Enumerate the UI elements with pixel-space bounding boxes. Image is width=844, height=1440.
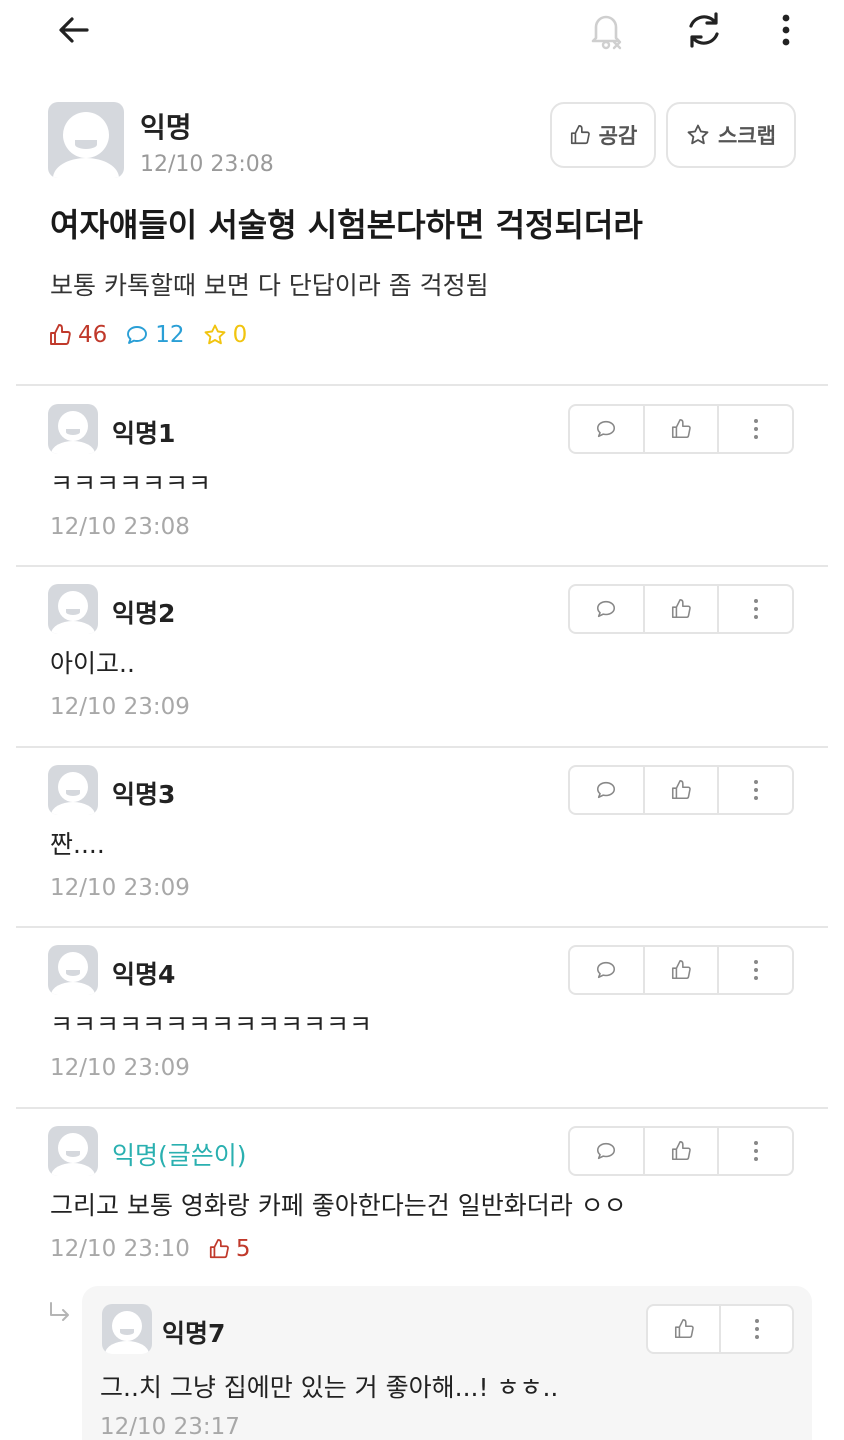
post-time: 12/10 23:08 xyxy=(140,152,274,177)
star-icon xyxy=(687,124,709,145)
comment-text: ㅋㅋㅋㅋㅋㅋㅋ xyxy=(50,469,212,498)
comment-actions xyxy=(568,584,794,634)
more-button[interactable] xyxy=(719,1128,792,1174)
more-button[interactable] xyxy=(721,1306,792,1352)
avatar xyxy=(48,945,98,995)
scrap-count: 0 xyxy=(203,322,247,348)
comment-author: 익명4 xyxy=(112,960,176,989)
speech-bubble-icon xyxy=(597,600,616,618)
speech-bubble-icon xyxy=(597,420,616,438)
divider xyxy=(16,565,828,567)
thumbs-up-icon xyxy=(674,1319,694,1339)
reply-button[interactable] xyxy=(570,406,645,452)
like-button-label: 공감 xyxy=(598,124,638,148)
more-button[interactable] xyxy=(719,947,792,993)
divider xyxy=(16,926,828,928)
avatar xyxy=(102,1304,152,1354)
star-icon xyxy=(204,324,226,345)
comment-time: 12/10 23:09 xyxy=(50,1055,190,1081)
like-button[interactable] xyxy=(645,586,720,632)
comment-text: ㅋㅋㅋㅋㅋㅋㅋㅋㅋㅋㅋㅋㅋㅋ xyxy=(50,1010,373,1039)
post-author: 익명 xyxy=(140,111,192,144)
reply-button[interactable] xyxy=(570,586,645,632)
scrap-button[interactable]: 스크랩 xyxy=(666,102,796,168)
kebab-menu-icon xyxy=(753,1141,758,1161)
divider xyxy=(16,1107,828,1109)
reply-button[interactable] xyxy=(570,767,645,813)
thumbs-up-icon xyxy=(671,419,691,439)
like-button[interactable] xyxy=(645,767,720,813)
divider xyxy=(16,746,828,748)
thumbs-up-icon xyxy=(671,1141,691,1161)
bell-off-icon[interactable] xyxy=(582,6,630,54)
comment-text: 아이고.. xyxy=(50,649,135,678)
comment-like-count: 5 xyxy=(208,1236,251,1262)
like-button[interactable] xyxy=(645,947,720,993)
comment-actions xyxy=(568,404,794,454)
reply-time: 12/10 23:17 xyxy=(100,1414,240,1440)
comment-count: 12 xyxy=(125,322,185,348)
thumbs-up-icon xyxy=(570,125,590,145)
reply-actions xyxy=(646,1304,794,1354)
more-button[interactable] xyxy=(719,406,792,452)
reply-text: 그..치 그냥 집에만 있는 거 좋아해...! ㅎㅎ.. xyxy=(100,1373,559,1402)
reply-item: 익명7 그..치 그냥 집에만 있는 거 좋아해...! ㅎㅎ.. 12/10 … xyxy=(82,1286,812,1440)
avatar xyxy=(48,102,124,178)
reply-arrow-icon xyxy=(46,1300,74,1332)
kebab-menu-icon xyxy=(754,1319,759,1339)
avatar xyxy=(48,765,98,815)
speech-bubble-icon xyxy=(127,326,148,344)
comment-author-writer: 익명(글쓴이) xyxy=(112,1141,247,1170)
avatar xyxy=(48,1126,98,1176)
post-title: 여자얘들이 서술형 시험본다하면 걱정되더라 xyxy=(50,206,643,244)
speech-bubble-icon xyxy=(597,781,616,799)
comment-time: 12/10 23:09 xyxy=(50,694,190,720)
like-count: 46 xyxy=(48,322,107,348)
thumbs-up-icon xyxy=(671,599,691,619)
comment-actions xyxy=(568,765,794,815)
kebab-menu-icon xyxy=(753,780,758,800)
thumbs-up-icon xyxy=(50,324,71,345)
kebab-menu-icon xyxy=(753,960,758,980)
arrow-left-icon[interactable] xyxy=(50,6,98,54)
post-header: 익명 12/10 23:08 공감 스크랩 xyxy=(48,102,796,178)
more-button[interactable] xyxy=(719,586,792,632)
post-body: 보통 카톡할때 보면 다 단답이라 좀 걱정됨 xyxy=(50,271,489,300)
top-bar xyxy=(0,0,844,60)
reply-button[interactable] xyxy=(570,1128,645,1174)
avatar xyxy=(48,584,98,634)
comment-time: 12/10 23:10 5 xyxy=(50,1236,251,1262)
comment-text: 그리고 보통 영화랑 카페 좋아한다는건 일반화더라 ㅇㅇ xyxy=(50,1191,627,1220)
reply-button[interactable] xyxy=(570,947,645,993)
comment-author: 익명2 xyxy=(112,599,176,628)
like-button[interactable]: 공감 xyxy=(550,102,656,168)
thumbs-up-icon xyxy=(209,1238,229,1259)
refresh-icon[interactable] xyxy=(680,6,728,54)
like-button[interactable] xyxy=(648,1306,721,1352)
thumbs-up-icon xyxy=(671,960,691,980)
speech-bubble-icon xyxy=(597,1142,616,1160)
more-button[interactable] xyxy=(719,767,792,813)
comment-actions xyxy=(568,1126,794,1176)
kebab-menu-icon[interactable] xyxy=(762,6,810,54)
comment-author: 익명3 xyxy=(112,780,176,809)
comment-author: 익명1 xyxy=(112,419,176,448)
kebab-menu-icon xyxy=(753,599,758,619)
divider xyxy=(16,384,828,386)
kebab-menu-icon xyxy=(753,419,758,439)
avatar xyxy=(48,404,98,454)
comment-actions xyxy=(568,945,794,995)
like-button[interactable] xyxy=(645,406,720,452)
scrap-button-label: 스크랩 xyxy=(718,124,776,148)
thumbs-up-icon xyxy=(671,780,691,800)
speech-bubble-icon xyxy=(597,961,616,979)
post-stats: 46 12 0 xyxy=(48,322,265,348)
comment-text: 짠.... xyxy=(50,830,105,859)
comment-time: 12/10 23:09 xyxy=(50,875,190,901)
like-button[interactable] xyxy=(645,1128,720,1174)
reply-author: 익명7 xyxy=(162,1319,226,1348)
comment-time: 12/10 23:08 xyxy=(50,514,190,540)
